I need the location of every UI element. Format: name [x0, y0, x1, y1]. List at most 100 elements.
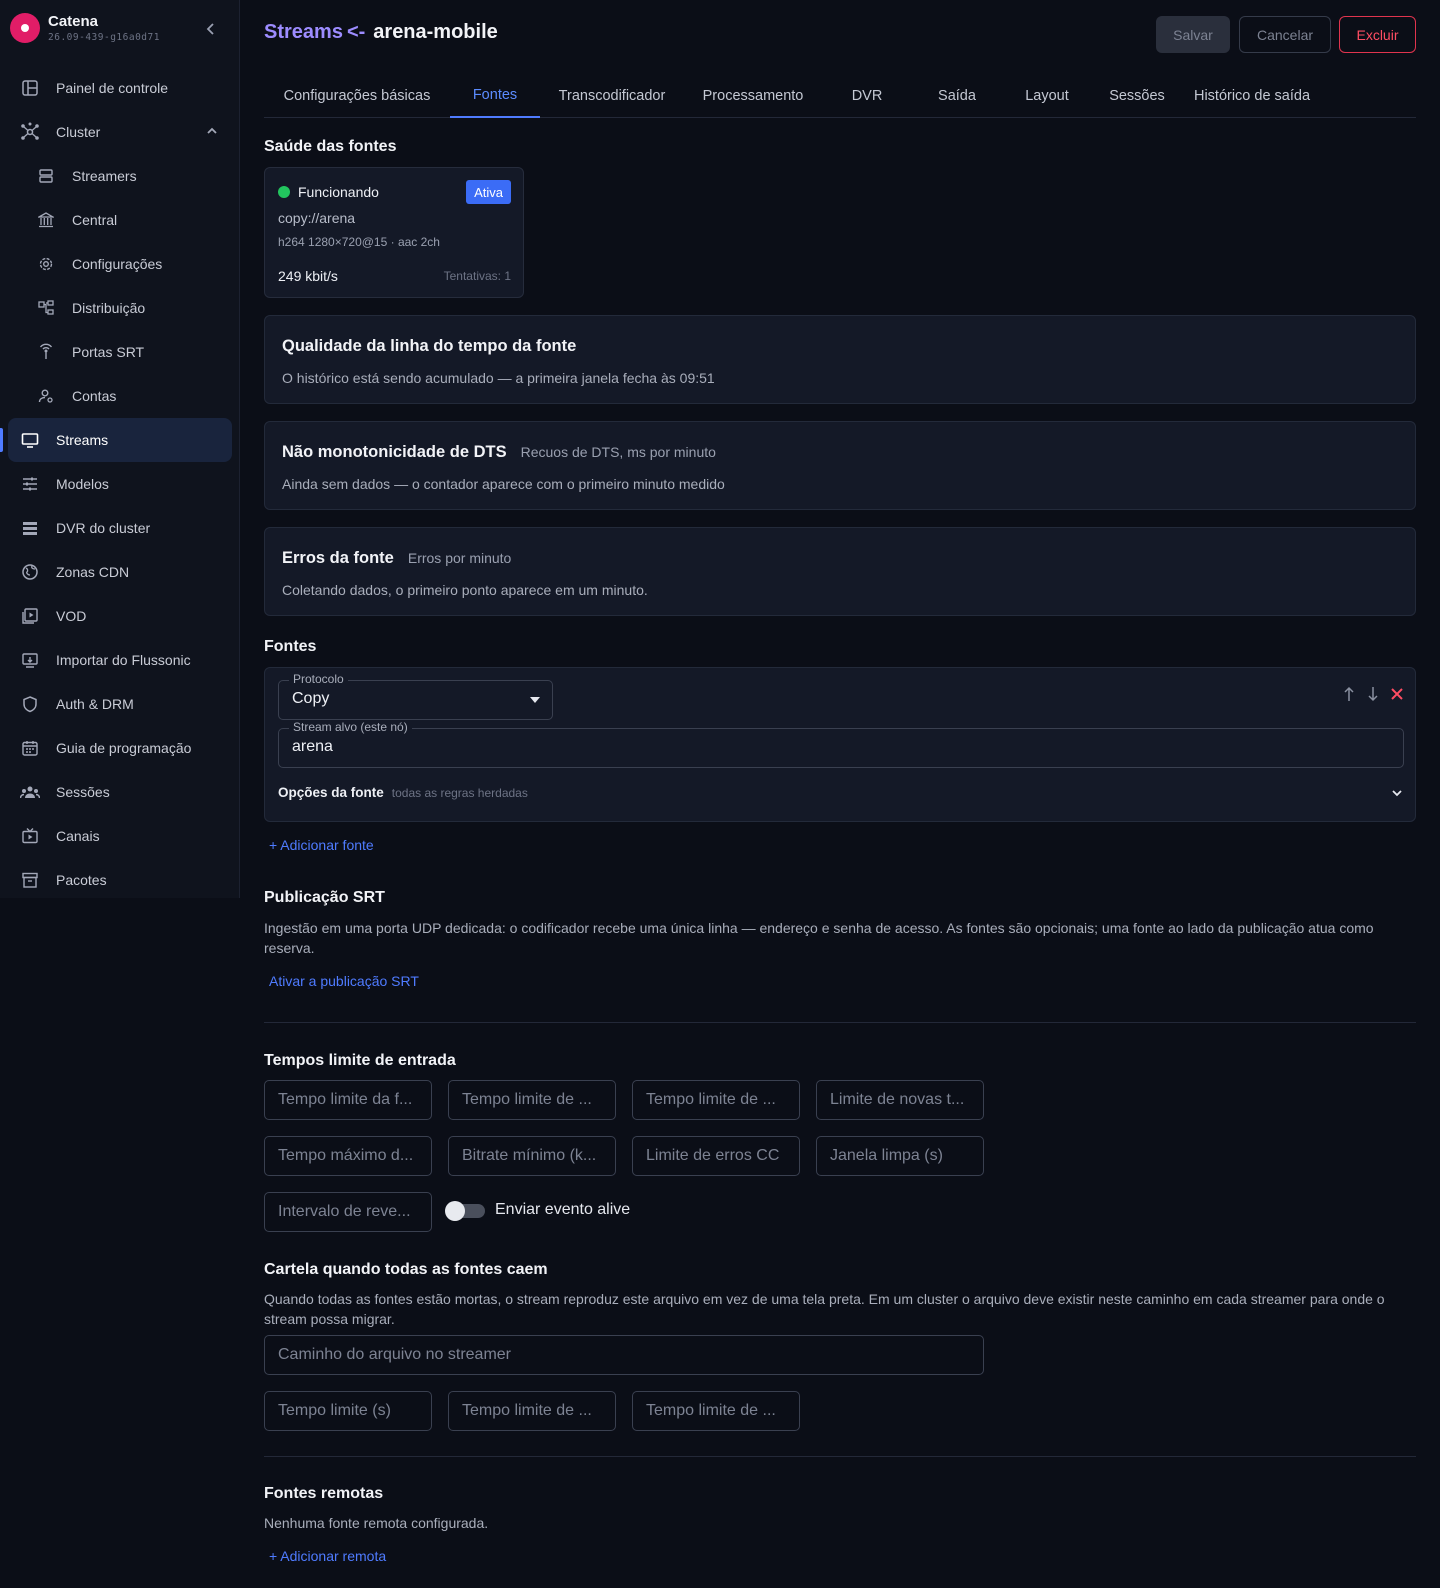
sidebar-item-label: Streamers: [72, 168, 137, 184]
tab-saida[interactable]: Saída: [912, 74, 1002, 118]
cc-error-limit-input[interactable]: Limite de erros CC: [632, 1136, 800, 1176]
collapse-sidebar-button[interactable]: [200, 18, 222, 40]
tab-fontes[interactable]: Fontes: [450, 74, 540, 118]
tab-dvr[interactable]: DVR: [822, 74, 912, 118]
sliders-icon: [20, 474, 40, 494]
timeout-input-3[interactable]: Tempo limite de ...: [632, 1080, 800, 1120]
min-bitrate-input[interactable]: Bitrate mínimo (k...: [448, 1136, 616, 1176]
source-options-toggle[interactable]: Opções da fonte todas as regras herdadas: [278, 784, 1404, 808]
timeout-input-2[interactable]: Tempo limite de ...: [448, 1080, 616, 1120]
panel-subtitle: Erros por minuto: [407, 550, 512, 566]
slate-timeout-input-2[interactable]: Tempo limite de ...: [448, 1391, 616, 1431]
timeline-quality-panel: Qualidade da linha do tempo da fonte O h…: [264, 315, 1416, 404]
page-title: Streams <- arena-mobile: [264, 21, 498, 44]
sidebar-item-cluster[interactable]: Cluster: [8, 110, 232, 154]
sidebar-nav: Painel de controle Cluster Streamers Cen…: [0, 66, 232, 902]
antenna-icon: [36, 342, 56, 362]
panel-title: Erros da fonte Erros por minuto: [282, 549, 511, 568]
move-up-icon[interactable]: [1341, 684, 1357, 704]
sidebar-item-label: Guia de programação: [56, 740, 192, 756]
alive-event-toggle[interactable]: [445, 1201, 485, 1221]
target-stream-field[interactable]: Stream alvo (este nó) arena: [278, 720, 1404, 768]
sidebar-item-canais[interactable]: Canais: [8, 814, 232, 858]
sidebar-item-distribuicao[interactable]: Distribuição: [8, 286, 232, 330]
sidebar-item-label: DVR do cluster: [56, 520, 151, 536]
field-label: Stream alvo (este nó): [289, 720, 412, 734]
sidebar-item-pacotes[interactable]: Pacotes: [8, 858, 232, 902]
globe-icon: [20, 562, 40, 582]
tab-historico-saida[interactable]: Histórico de saída: [1182, 74, 1322, 118]
source-timeout-input[interactable]: Tempo limite da f...: [264, 1080, 432, 1120]
shield-icon: [20, 694, 40, 714]
protocol-select[interactable]: Protocolo Copy: [278, 672, 553, 720]
sidebar-item-label: Zonas CDN: [56, 564, 130, 580]
brand[interactable]: Catena 26.09-439-g16a0d71: [10, 10, 232, 50]
alive-event-label: Enviar evento alive: [495, 1201, 631, 1218]
tab-processamento[interactable]: Processamento: [684, 74, 822, 118]
sidebar-item-streamers[interactable]: Streamers: [8, 154, 232, 198]
sidebar-item-streams[interactable]: Streams: [0, 418, 232, 462]
accounts-icon: [36, 386, 56, 406]
source-card: Protocolo Copy Stream alvo (este nó) are…: [264, 667, 1416, 822]
tv-icon: [20, 826, 40, 846]
add-remote-link[interactable]: + Adicionar remota: [269, 1548, 386, 1564]
import-icon: [20, 650, 40, 670]
sidebar-item-painel[interactable]: Painel de controle: [8, 66, 232, 110]
sidebar-item-modelos[interactable]: Modelos: [8, 462, 232, 506]
panel-title-text: Erros da fonte: [282, 549, 394, 567]
tab-transcodificador[interactable]: Transcodificador: [540, 74, 684, 118]
sidebar-item-vod[interactable]: VOD: [8, 594, 232, 638]
distribution-icon: [36, 298, 56, 318]
sidebar-item-importar[interactable]: Importar do Flussonic: [8, 638, 232, 682]
sidebar-item-auth-drm[interactable]: Auth & DRM: [8, 682, 232, 726]
remove-source-icon[interactable]: [1389, 684, 1405, 704]
sidebar-item-guia[interactable]: Guia de programação: [8, 726, 232, 770]
sidebar-item-label: Streams: [56, 432, 109, 448]
clean-window-input[interactable]: Janela limpa (s): [816, 1136, 984, 1176]
tab-layout[interactable]: Layout: [1002, 74, 1092, 118]
sidebar-item-label: Importar do Flussonic: [56, 652, 191, 668]
sidebar-item-central[interactable]: Central: [8, 198, 232, 242]
sidebar-item-sessoes[interactable]: Sessões: [8, 770, 232, 814]
retry-limit-input[interactable]: Limite de novas t...: [816, 1080, 984, 1120]
timeouts-title: Tempos limite de entrada: [264, 1052, 456, 1069]
dashboard-icon: [20, 78, 40, 98]
tab-bar: Configurações básicas Fontes Transcodifi…: [264, 74, 1416, 118]
move-down-icon[interactable]: [1365, 684, 1381, 704]
sidebar-item-label: Portas SRT: [72, 344, 145, 360]
enable-srt-link[interactable]: Ativar a publicação SRT: [269, 973, 419, 989]
add-source-link[interactable]: + Adicionar fonte: [269, 837, 374, 853]
breadcrumb-streams[interactable]: Streams: [264, 21, 343, 43]
stream-name: arena-mobile: [373, 21, 498, 43]
users-icon: [20, 782, 40, 802]
source-health-card[interactable]: Funcionando Ativa copy://arena h264 1280…: [264, 167, 524, 298]
delete-button[interactable]: Excluir: [1339, 16, 1416, 53]
field-label: Protocolo: [289, 672, 348, 686]
sidebar-item-label: Auth & DRM: [56, 696, 134, 712]
save-button[interactable]: Salvar: [1156, 16, 1230, 53]
slate-file-path-input[interactable]: Caminho do arquivo no streamer: [264, 1335, 984, 1375]
sidebar-item-zonas-cdn[interactable]: Zonas CDN: [8, 550, 232, 594]
sidebar-item-dvr-cluster[interactable]: DVR do cluster: [8, 506, 232, 550]
check-interval-input[interactable]: Intervalo de reve...: [264, 1192, 432, 1232]
breadcrumb-arrow: <-: [346, 21, 366, 43]
tab-configuracoes-basicas[interactable]: Configurações básicas: [264, 74, 450, 118]
remote-sources-title: Fontes remotas: [264, 1485, 384, 1502]
slate-timeout-input-3[interactable]: Tempo limite de ...: [632, 1391, 800, 1431]
field-value: Copy: [292, 690, 330, 707]
sidebar-item-configuracoes[interactable]: Configurações: [8, 242, 232, 286]
slate-timeout-input[interactable]: Tempo limite (s): [264, 1391, 432, 1431]
toggle-knob: [445, 1201, 465, 1221]
calendar-icon: [20, 738, 40, 758]
source-status: Funcionando: [298, 184, 379, 200]
cancel-button[interactable]: Cancelar: [1239, 16, 1331, 53]
source-options-label: Opções da fonte: [278, 785, 384, 800]
sidebar-item-contas[interactable]: Contas: [8, 374, 232, 418]
max-time-input[interactable]: Tempo máximo d...: [264, 1136, 432, 1176]
sidebar-item-portas-srt[interactable]: Portas SRT: [8, 330, 232, 374]
brand-logo-icon: [10, 13, 40, 43]
source-options-hint: todas as regras herdadas: [391, 786, 528, 800]
slate-title: Cartela quando todas as fontes caem: [264, 1261, 548, 1278]
tab-sessoes[interactable]: Sessões: [1092, 74, 1182, 118]
divider: [264, 1456, 1416, 1457]
